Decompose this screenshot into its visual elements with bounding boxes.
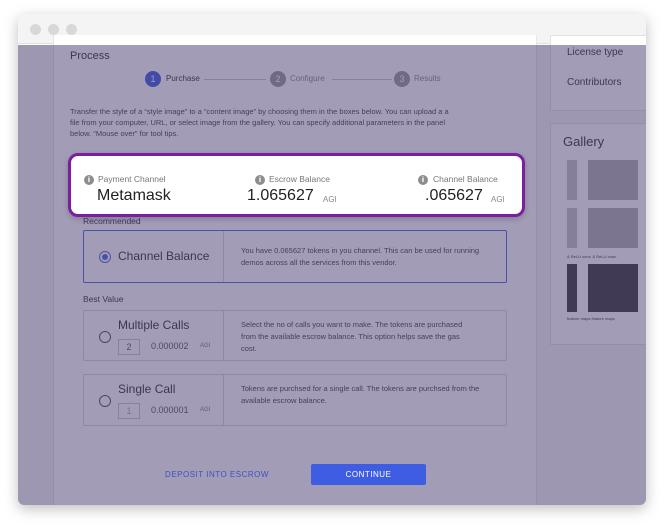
multiple-calls-label: Multiple Calls bbox=[118, 318, 190, 332]
multiple-calls-unit: AGI bbox=[200, 343, 211, 349]
best-value-label: Best Value bbox=[83, 294, 124, 304]
gallery-caption: & ReLU conv. & ReLU conv. bbox=[567, 254, 617, 259]
description-line: below. “Mouse over” for tool tips. bbox=[70, 129, 179, 138]
single-call-quantity-input[interactable]: 1 bbox=[118, 403, 140, 419]
contributors-label: Contributors bbox=[567, 77, 622, 88]
channel-balance-option-label: Channel Balance bbox=[118, 249, 210, 263]
gallery-image[interactable] bbox=[588, 160, 638, 200]
window-minimize-dot[interactable] bbox=[48, 24, 59, 35]
multiple-calls-radio[interactable] bbox=[99, 331, 111, 343]
channel-balance-value: .065627 bbox=[425, 187, 483, 204]
single-call-option[interactable]: Single Call 1 0.000001 AGI Tokens are pu… bbox=[83, 374, 507, 426]
single-call-description: Tokens are purchsed for a single call. T… bbox=[241, 384, 480, 393]
info-icon[interactable]: i bbox=[84, 175, 94, 185]
single-call-radio[interactable] bbox=[99, 395, 111, 407]
multiple-calls-price: 0.000002 bbox=[151, 341, 189, 351]
step-2-label: Configure bbox=[290, 74, 325, 83]
license-type-label: License type bbox=[567, 47, 624, 58]
gallery-image[interactable] bbox=[567, 160, 577, 200]
multiple-calls-description: from the available escrow balance. This … bbox=[241, 332, 460, 341]
single-call-description: available escrow balance. bbox=[241, 396, 327, 405]
single-call-price: 0.000001 bbox=[151, 405, 189, 415]
channel-balance-radio[interactable] bbox=[99, 251, 111, 263]
option-divider bbox=[223, 311, 224, 360]
gallery-image[interactable] bbox=[588, 264, 638, 312]
gallery-image[interactable] bbox=[567, 208, 577, 248]
option-divider bbox=[223, 231, 224, 282]
escrow-balance-value: 1.065627 bbox=[247, 187, 314, 204]
escrow-balance-unit: AGI bbox=[323, 195, 337, 204]
gallery-panel: Gallery & ReLU conv. & ReLU conv. featur… bbox=[550, 123, 646, 345]
page-content: License type Contributors Gallery & ReLU… bbox=[18, 35, 646, 505]
description-line: file from your computer, URL, or select … bbox=[70, 118, 446, 127]
window-close-dot[interactable] bbox=[30, 24, 41, 35]
multiple-calls-description: Select the no of calls you want to make.… bbox=[241, 320, 463, 329]
info-icon[interactable]: i bbox=[418, 175, 428, 185]
window-maximize-dot[interactable] bbox=[66, 24, 77, 35]
payment-channel-value: Metamask bbox=[97, 187, 171, 204]
step-connector bbox=[204, 79, 266, 80]
step-3-circle: 3 bbox=[394, 71, 410, 87]
step-2-circle: 2 bbox=[270, 71, 286, 87]
multiple-calls-description: cost. bbox=[241, 344, 257, 353]
step-1-circle: 1 bbox=[145, 71, 161, 87]
gallery-title: Gallery bbox=[563, 134, 605, 149]
gallery-image[interactable] bbox=[588, 208, 638, 248]
process-title: Process bbox=[70, 50, 110, 62]
step-1-label: Purchase bbox=[166, 74, 200, 83]
channel-balance-description: demos across all the services from this … bbox=[241, 258, 397, 267]
recommended-label: Recommended bbox=[83, 216, 141, 226]
channel-balance-unit: AGI bbox=[491, 195, 505, 204]
channel-balance-label: Channel Balance bbox=[433, 174, 498, 184]
step-3-label: Results bbox=[414, 74, 441, 83]
deposit-into-escrow-button[interactable]: DEPOSIT INTO ESCROW bbox=[160, 468, 274, 482]
multiple-calls-option[interactable]: Multiple Calls 2 0.000002 AGI Select the… bbox=[83, 310, 507, 361]
description-line: Transfer the style of a “style image” to… bbox=[70, 107, 449, 116]
gallery-image[interactable] bbox=[567, 264, 577, 312]
option-divider bbox=[223, 375, 224, 425]
single-call-unit: AGI bbox=[200, 407, 211, 413]
single-call-label: Single Call bbox=[118, 382, 176, 396]
balance-card: i Payment Channel Metamask i Escrow Bala… bbox=[68, 153, 525, 217]
channel-balance-description: You have 0.065627 tokens in you channel.… bbox=[241, 246, 480, 255]
step-connector bbox=[332, 79, 392, 80]
process-panel: Process 1 Purchase 2 Configure 3 Results… bbox=[53, 35, 537, 505]
channel-balance-option[interactable]: Channel Balance You have 0.065627 tokens… bbox=[83, 230, 507, 283]
gallery-caption: feature maps feature maps bbox=[567, 316, 615, 321]
escrow-balance-label: Escrow Balance bbox=[269, 174, 330, 184]
payment-channel-label: Payment Channel bbox=[98, 174, 166, 184]
continue-button[interactable]: CONTINUE bbox=[311, 464, 426, 485]
info-icon[interactable]: i bbox=[255, 175, 265, 185]
multiple-calls-quantity-input[interactable]: 2 bbox=[118, 339, 140, 355]
browser-window: License type Contributors Gallery & ReLU… bbox=[18, 14, 646, 505]
service-details-panel: License type Contributors bbox=[550, 35, 646, 111]
